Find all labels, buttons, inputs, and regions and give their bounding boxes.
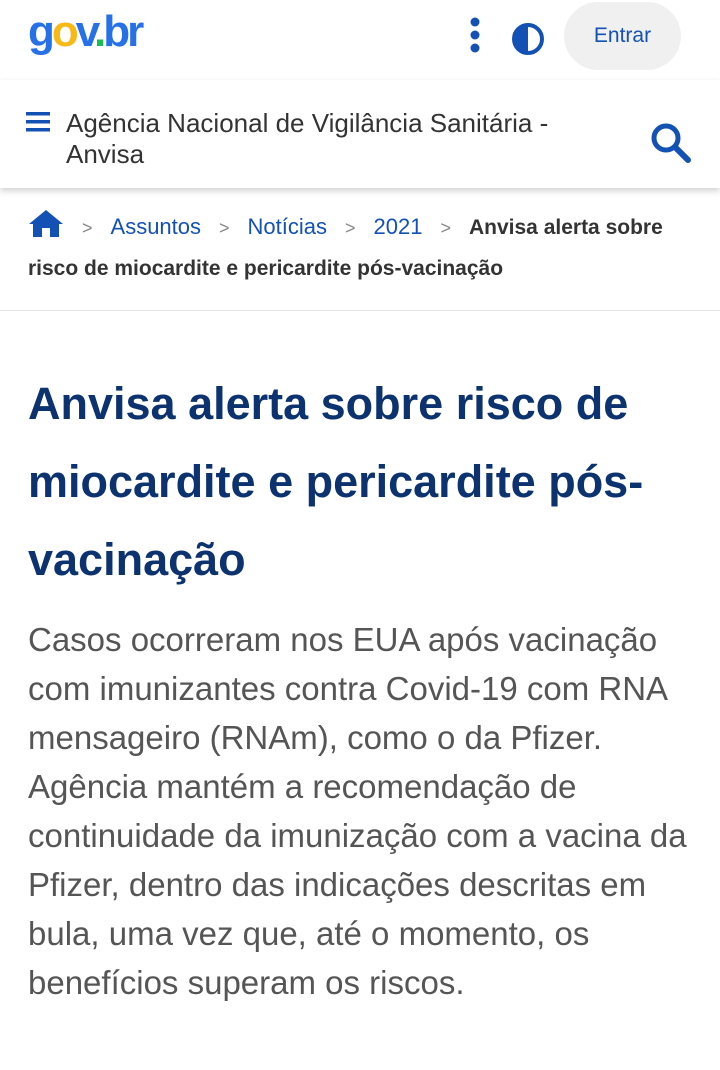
breadcrumb-item-assuntos[interactable]: Assuntos <box>111 214 202 239</box>
top-bar: gov.br Entrar <box>0 0 720 80</box>
breadcrumb-separator: > <box>345 218 356 238</box>
site-header: Agência Nacional de Vigilância Sanitária… <box>0 80 720 188</box>
svg-text:gov.br: gov.br <box>28 8 144 56</box>
article-lead: Casos ocorreram nos EUA após vacinação c… <box>28 621 687 1001</box>
contrast-icon[interactable] <box>509 20 547 58</box>
home-icon[interactable] <box>28 208 64 238</box>
hamburger-menu-icon[interactable] <box>24 108 54 136</box>
search-icon[interactable] <box>648 120 694 166</box>
breadcrumb-item-2021[interactable]: 2021 <box>374 214 423 239</box>
divider <box>0 310 720 311</box>
breadcrumb-separator: > <box>440 218 451 238</box>
kebab-menu-icon[interactable] <box>462 16 488 54</box>
breadcrumb: > Assuntos > Notícias >2021 > Anvisa alerta so… <box>28 207 698 289</box>
breadcrumb-item-noticias[interactable]: Notícias <box>248 214 327 239</box>
breadcrumb-separator: > <box>82 218 93 238</box>
site-name[interactable]: Agência Nacional de Vigilância Sanitária… <box>66 108 596 170</box>
breadcrumb-separator: > <box>219 218 230 238</box>
page-title: Anvisa alerta sobre risco de miocardite … <box>28 378 644 585</box>
govbr-logo[interactable]: gov.br <box>28 8 160 60</box>
login-button[interactable]: Entrar <box>564 2 681 70</box>
